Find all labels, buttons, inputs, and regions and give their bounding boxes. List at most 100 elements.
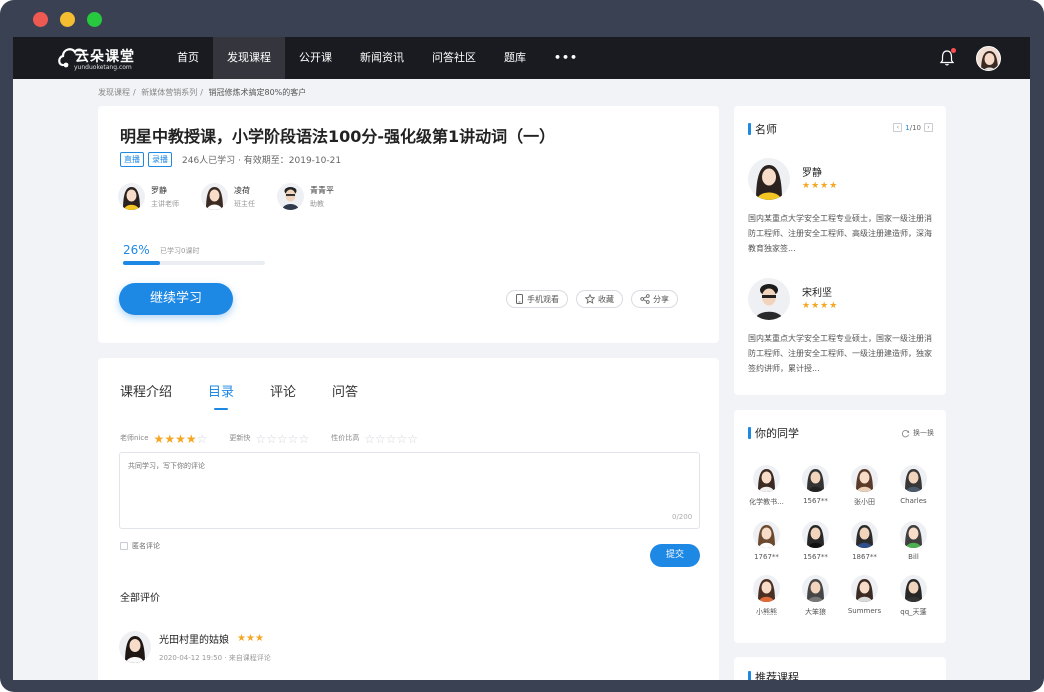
star-empty-icon[interactable]: ☆ bbox=[197, 432, 208, 446]
favorite-button[interactable]: 收藏 bbox=[576, 290, 623, 308]
star-empty-icon[interactable]: ☆ bbox=[407, 432, 418, 446]
logo[interactable]: 云朵课堂 yunduoketang.com bbox=[57, 43, 137, 73]
teacher-list: 罗静 主讲老师 凌荷 班主任 青青平 助教 bbox=[118, 183, 334, 210]
star-empty-icon[interactable]: ☆ bbox=[255, 432, 266, 446]
prev-page-button[interactable]: ‹ bbox=[893, 123, 903, 132]
course-tabs: 课程介绍 目录 评论 问答 bbox=[120, 381, 358, 410]
refresh-button[interactable]: 换一换 bbox=[901, 428, 934, 438]
breadcrumb: 发现课程 / 新媒体营销系列 / 销冠修炼术搞定80%的客户 bbox=[98, 88, 307, 97]
classmate-item[interactable]: qq_天蓬 bbox=[889, 575, 938, 617]
classmate-item[interactable]: 1767** bbox=[742, 521, 791, 561]
star-empty-icon[interactable]: ☆ bbox=[288, 432, 299, 446]
breadcrumb-item[interactable]: 发现课程 bbox=[98, 88, 130, 97]
rating-label: 性价比高 bbox=[331, 433, 360, 442]
classmate-item[interactable]: 大笨狼 bbox=[791, 575, 840, 617]
share-button[interactable]: 分享 bbox=[631, 290, 678, 308]
star-filled-icon: ★ bbox=[811, 181, 820, 191]
star-empty-icon[interactable]: ☆ bbox=[298, 432, 309, 446]
female-avatar-icon bbox=[125, 636, 145, 663]
nav-more-button[interactable]: ••• bbox=[540, 37, 592, 79]
classmate-name: Bill bbox=[908, 553, 919, 561]
checkbox-box[interactable] bbox=[120, 542, 128, 550]
classmate-name: 1867** bbox=[852, 553, 877, 561]
star-filled-icon[interactable]: ★ bbox=[175, 432, 186, 446]
nav-item-home[interactable]: 首页 bbox=[163, 37, 213, 79]
person-avatar-icon bbox=[856, 579, 873, 602]
user-avatar[interactable] bbox=[976, 46, 1001, 71]
classmate-item[interactable]: 1567** bbox=[791, 521, 840, 561]
person-avatar-icon bbox=[758, 469, 775, 492]
star-filled-icon[interactable]: ★ bbox=[164, 432, 175, 446]
classmate-avatar bbox=[900, 465, 927, 492]
classmate-item[interactable]: 化学教书... bbox=[742, 465, 791, 507]
maximize-window-button[interactable] bbox=[87, 12, 102, 27]
female-avatar-icon bbox=[123, 187, 140, 210]
course-detail-card: 课程介绍 目录 评论 问答 老师nice ★★★★☆ 更新快 ☆☆☆☆☆ 性价比… bbox=[98, 358, 719, 680]
submit-button[interactable]: 提交 bbox=[650, 544, 700, 567]
nav-item-discover-courses[interactable]: 发现课程 bbox=[213, 37, 285, 79]
rating-stars[interactable]: ★★★★☆ bbox=[154, 428, 208, 447]
star-filled-icon[interactable]: ★ bbox=[186, 432, 197, 446]
star-filled-icon[interactable]: ★ bbox=[154, 432, 165, 446]
tab-comments[interactable]: 评论 bbox=[270, 381, 296, 410]
teacher-item[interactable]: 罗静 主讲老师 bbox=[118, 183, 179, 210]
next-page-button[interactable]: › bbox=[924, 123, 933, 132]
anonymous-checkbox[interactable]: 匿名评论 bbox=[120, 541, 160, 551]
device-frame: 云朵课堂 yunduoketang.com 首页 发现课程 公开课 新闻资讯 问… bbox=[0, 0, 1044, 692]
star-empty-icon[interactable]: ☆ bbox=[397, 432, 408, 446]
classmate-name: 1567** bbox=[803, 497, 828, 505]
person-avatar-icon bbox=[807, 579, 824, 602]
classmate-item[interactable]: 小熊熊 bbox=[742, 575, 791, 617]
nav-item-question-bank[interactable]: 题库 bbox=[490, 37, 540, 79]
classmate-item[interactable]: Bill bbox=[889, 521, 938, 561]
minimize-window-button[interactable] bbox=[60, 12, 75, 27]
top-nav: 云朵课堂 yunduoketang.com 首页 发现课程 公开课 新闻资讯 问… bbox=[13, 37, 1030, 79]
teacher-item[interactable]: 凌荷 班主任 bbox=[201, 183, 255, 210]
star-filled-icon: ★ bbox=[254, 632, 264, 644]
classmate-item[interactable]: Summers bbox=[840, 575, 889, 617]
person-avatar-icon bbox=[856, 525, 873, 548]
comment-input[interactable] bbox=[119, 452, 700, 529]
star-empty-icon[interactable]: ☆ bbox=[375, 432, 386, 446]
close-window-button[interactable] bbox=[33, 12, 48, 27]
course-meta: 246人已学习 · 有效期至：2019-10-21 bbox=[182, 156, 342, 166]
person-avatar-icon bbox=[807, 469, 824, 492]
course-tags: 直播 录播 246人已学习 · 有效期至：2019-10-21 bbox=[120, 152, 341, 167]
rating-stars[interactable]: ☆☆☆☆☆ bbox=[255, 428, 309, 447]
breadcrumb-item[interactable]: 新媒体营销系列 bbox=[141, 88, 197, 97]
teacher-avatar bbox=[277, 183, 304, 210]
star-empty-icon[interactable]: ☆ bbox=[386, 432, 397, 446]
nav-item-open-class[interactable]: 公开课 bbox=[285, 37, 346, 79]
famous-teachers-card: 名师 ‹ 1/10 › 罗静 ★ ★ ★ ★ 国内某重点大学安全工程专业硕士，国家一级… bbox=[734, 106, 946, 395]
teacher-avatar bbox=[118, 183, 145, 210]
teacher-description: 国内某重点大学安全工程专业硕士，国家一级注册消防工程师、注册安全工程师、一级注册… bbox=[748, 334, 932, 373]
rating-label: 更新快 bbox=[229, 433, 251, 442]
classmate-item[interactable]: 1867** bbox=[840, 521, 889, 561]
classmate-item[interactable]: 张小田 bbox=[840, 465, 889, 507]
nav-item-qa-community[interactable]: 问答社区 bbox=[418, 37, 490, 79]
tab-qa[interactable]: 问答 bbox=[332, 381, 358, 410]
classmate-item[interactable]: Charles bbox=[889, 465, 938, 507]
mobile-watch-button[interactable]: 手机观看 bbox=[506, 290, 568, 308]
classmate-avatar bbox=[802, 575, 829, 602]
tab-catalog[interactable]: 目录 bbox=[208, 381, 234, 410]
nav-item-news[interactable]: 新闻资讯 bbox=[346, 37, 418, 79]
tab-course-intro[interactable]: 课程介绍 bbox=[120, 381, 172, 410]
anonymous-label: 匿名评论 bbox=[132, 542, 160, 550]
star-filled-icon: ★ bbox=[802, 181, 811, 191]
classmate-name: 大笨狼 bbox=[805, 608, 826, 616]
classmate-avatar bbox=[851, 465, 878, 492]
rating-stars[interactable]: ☆☆☆☆☆ bbox=[364, 428, 418, 447]
course-actions: 手机观看 收藏 分享 bbox=[506, 290, 678, 308]
star-empty-icon[interactable]: ☆ bbox=[277, 432, 288, 446]
classmate-avatar bbox=[802, 521, 829, 548]
teacher-item[interactable]: 青青平 助教 bbox=[277, 183, 334, 210]
continue-learning-button[interactable]: 继续学习 bbox=[119, 283, 233, 315]
famous-teachers-title: 名师 bbox=[755, 123, 777, 136]
refresh-icon bbox=[901, 429, 910, 437]
teacher-role: 班主任 bbox=[234, 199, 255, 208]
reviewer-avatar[interactable] bbox=[119, 631, 151, 663]
star-empty-icon[interactable]: ☆ bbox=[364, 432, 375, 446]
star-empty-icon[interactable]: ☆ bbox=[266, 432, 277, 446]
classmate-item[interactable]: 1567** bbox=[791, 465, 840, 507]
